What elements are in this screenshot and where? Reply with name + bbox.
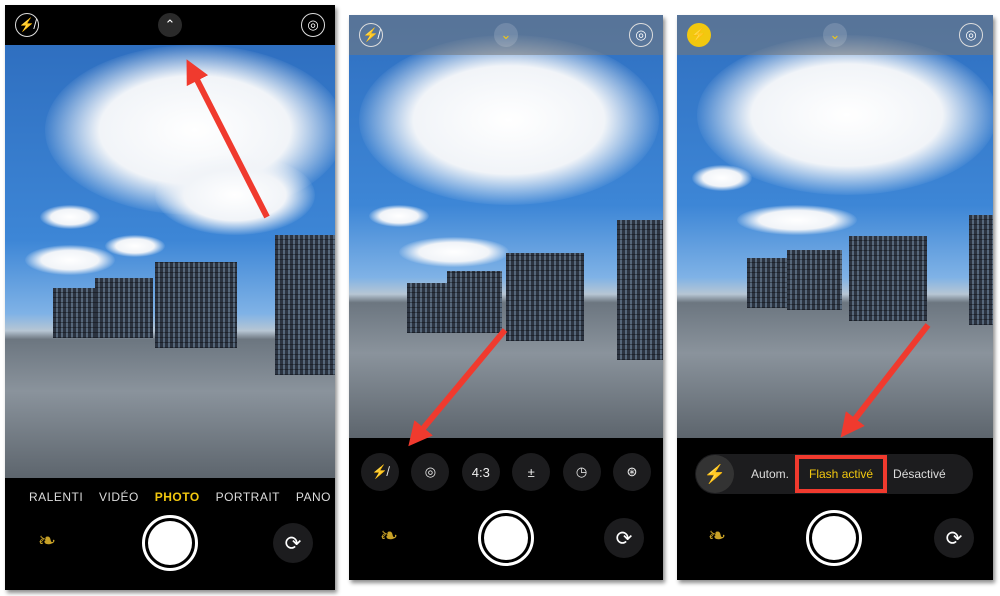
viewfinder (349, 15, 663, 438)
flash-off-option[interactable]: Désactivé (893, 467, 946, 481)
filters-button[interactable]: ⊛ (612, 453, 651, 491)
rotate-camera-icon: ⟳ (284, 532, 302, 555)
last-photo-thumbnail[interactable]: ❧ (32, 525, 62, 557)
chevron-down-icon[interactable]: ⌄ (823, 23, 847, 47)
live-photo-icon[interactable]: ◎ (629, 23, 653, 47)
switch-camera-button[interactable]: ⟳ (273, 523, 313, 563)
shutter-button[interactable] (806, 510, 862, 566)
flash-off-icon[interactable]: ⚡̸ (15, 13, 39, 37)
camera-screen-3: ⚡ ⌄ ◎ ⚡ Autom. Flash activé Désactivé ❧ … (677, 15, 993, 580)
flash-on-option[interactable]: Flash activé (795, 455, 888, 493)
flash-off-icon: ⚡̸ (371, 464, 389, 479)
mode-portrait[interactable]: PORTRAIT (216, 490, 280, 504)
flash-auto-option[interactable]: Autom. (751, 467, 789, 481)
flash-off-icon[interactable]: ⚡̸ (359, 23, 383, 47)
chevron-up-icon[interactable]: ⌃ (158, 13, 182, 37)
switch-camera-button[interactable]: ⟳ (604, 518, 644, 558)
last-photo-thumbnail[interactable]: ❧ (702, 520, 732, 552)
top-bar: ⚡̸ ⌃ ◎ (5, 5, 335, 45)
live-photo-button[interactable]: ◎ (411, 453, 450, 491)
viewfinder (677, 15, 993, 438)
filters-icon: ⊛ (626, 464, 638, 479)
flash-on-icon[interactable]: ⚡ (696, 455, 734, 493)
rotate-camera-icon: ⟳ (945, 527, 963, 550)
live-photo-icon: ◎ (424, 464, 437, 479)
mode-selector[interactable]: RALENTI VIDÉO PHOTO PORTRAIT PANO (5, 490, 335, 504)
viewfinder (5, 45, 335, 478)
switch-camera-button[interactable]: ⟳ (934, 518, 974, 558)
flash-button[interactable]: ⚡̸ (361, 453, 399, 491)
mode-slowmo[interactable]: RALENTI (29, 490, 83, 504)
camera-screen-2: ⚡̸ ⌄ ◎ ⚡̸ ◎ 4:3 ± ◷ ⊛ ❧ ⟳ (349, 15, 663, 580)
shutter-button[interactable] (478, 510, 534, 566)
mode-pano[interactable]: PANO (296, 490, 331, 504)
camera-screen-1: ⚡̸ ⌃ ◎ RALENTI VIDÉO PHOTO PORTRAIT PANO… (5, 5, 335, 590)
shutter-button[interactable] (142, 515, 198, 571)
last-photo-thumbnail[interactable]: ❧ (374, 520, 404, 552)
mode-photo[interactable]: PHOTO (155, 490, 200, 504)
aspect-ratio-button[interactable]: 4:3 (461, 453, 500, 491)
chevron-down-icon[interactable]: ⌄ (494, 23, 518, 47)
live-photo-icon[interactable]: ◎ (301, 13, 325, 37)
exposure-button[interactable]: ± (512, 453, 551, 491)
flash-on-icon[interactable]: ⚡ (687, 23, 711, 47)
camera-options: ⚡̸ ◎ 4:3 ± ◷ ⊛ (361, 453, 651, 491)
live-photo-icon[interactable]: ◎ (959, 23, 983, 47)
rotate-camera-icon: ⟳ (615, 527, 633, 550)
mode-video[interactable]: VIDÉO (99, 490, 139, 504)
top-bar: ⚡̸ ⌄ ◎ (349, 15, 663, 55)
timer-icon: ◷ (575, 464, 588, 479)
flash-mode-selector: ⚡ Autom. Flash activé Désactivé (695, 454, 973, 494)
top-bar: ⚡ ⌄ ◎ (677, 15, 993, 55)
timer-button[interactable]: ◷ (562, 453, 601, 491)
